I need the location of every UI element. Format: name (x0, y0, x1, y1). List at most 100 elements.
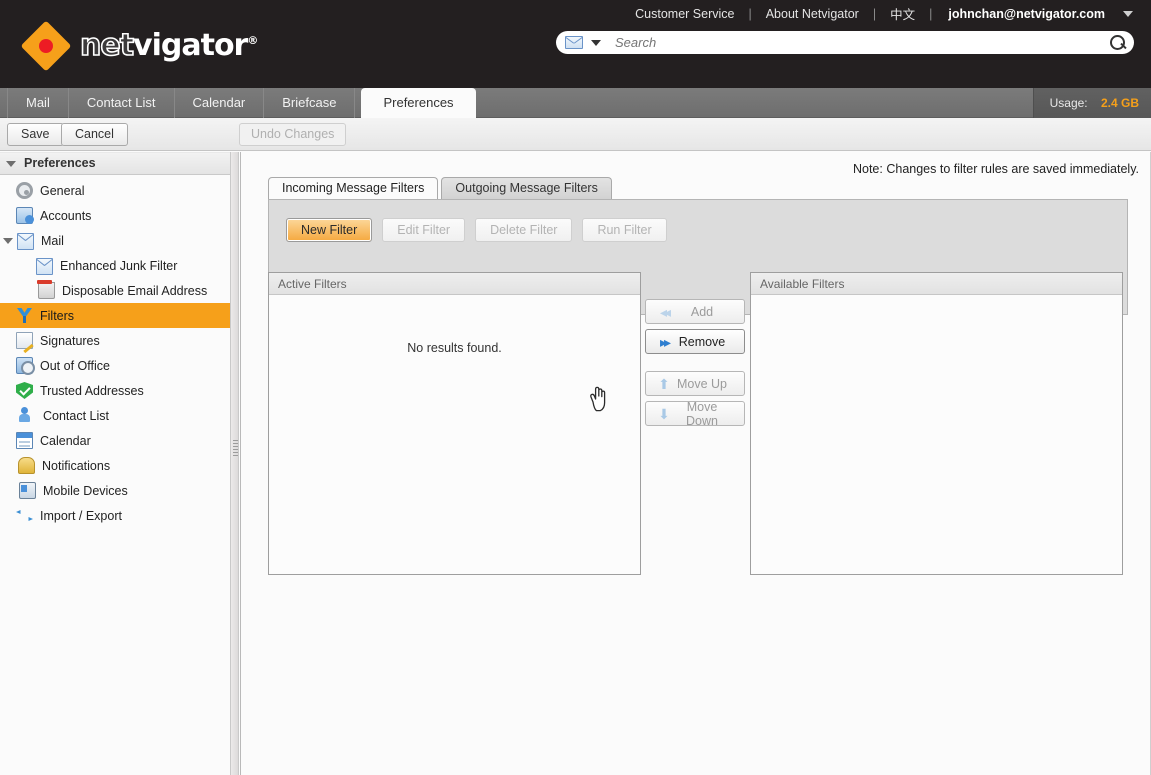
new-filter-button[interactable]: New Filter (286, 218, 373, 242)
tab-calendar[interactable]: Calendar (175, 88, 265, 118)
sidebar-item-label: Mail (41, 233, 64, 248)
trash-icon (37, 280, 55, 299)
netvigator-logo-mark (20, 20, 72, 72)
registered-trademark-icon: ® (247, 34, 258, 47)
usage-value: 2.4 GB (1100, 96, 1139, 110)
tab-briefcase[interactable]: Briefcase (264, 88, 356, 118)
available-filters-empty-text (751, 295, 1122, 341)
available-filters-listbox[interactable]: Available Filters (750, 272, 1123, 575)
search-scope-chevron-down-icon[interactable] (591, 39, 601, 46)
available-filters-title: Available Filters (751, 273, 1122, 295)
sidebar-item-disposable-email-address[interactable]: Disposable Email Address (0, 278, 230, 303)
application-tab-bar: Mail Contact List Calendar Briefcase Pre… (0, 88, 1151, 118)
arrow-up-icon: ⬆ (658, 375, 670, 392)
sidebar-item-import-export[interactable]: Import / Export (0, 503, 230, 528)
wordmark-net: net (79, 28, 135, 63)
sidebar-item-calendar[interactable]: Calendar (0, 428, 230, 453)
preferences-sidebar: Preferences General Accounts Mail Enhanc… (0, 152, 231, 775)
filter-button-row: New Filter Edit Filter Delete Filter Run… (286, 218, 667, 242)
remove-button-label: Remove (678, 334, 726, 349)
sidebar-title: Preferences (24, 156, 96, 170)
global-header: netvigator® Customer Service | About Net… (0, 0, 1151, 88)
customer-service-link[interactable]: Customer Service (621, 7, 748, 21)
mouse-cursor-pointer-icon (590, 386, 606, 412)
user-email-label[interactable]: johnchan@netvigator.com (932, 7, 1117, 21)
netvigator-logo[interactable]: netvigator® (20, 20, 258, 72)
sidebar-item-trusted-addresses[interactable]: Trusted Addresses (0, 378, 230, 403)
sidebar-item-filters[interactable]: Filters (0, 303, 230, 328)
preferences-content: Note: Changes to filter rules are saved … (240, 152, 1151, 775)
sidebar-header[interactable]: Preferences (0, 152, 230, 175)
tab-contact-list[interactable]: Contact List (69, 88, 175, 118)
sidebar-item-contact-list[interactable]: Contact List (0, 403, 230, 428)
sidebar-item-label: Out of Office (40, 358, 110, 373)
search-bar[interactable] (556, 31, 1134, 54)
usage-label: Usage: (1049, 96, 1088, 110)
junk-envelope-icon (36, 258, 53, 275)
calendar-icon (16, 432, 33, 449)
move-up-button-label: Move Up (676, 376, 728, 391)
sidebar-item-notifications[interactable]: Notifications (0, 453, 230, 478)
save-button[interactable]: Save (7, 123, 64, 146)
transfer-button-gap (645, 359, 747, 371)
user-menu-chevron-down-icon[interactable] (1123, 10, 1133, 17)
sidebar-item-mail[interactable]: Mail (0, 228, 230, 253)
header-links: Customer Service | About Netvigator | 中文… (621, 4, 1133, 23)
mail-expand-triangle-icon[interactable] (3, 237, 13, 244)
splitter-grip-icon[interactable] (233, 440, 238, 456)
tab-incoming-message-filters[interactable]: Incoming Message Filters (268, 177, 439, 199)
out-of-office-clock-icon (16, 357, 35, 375)
shield-check-icon (16, 382, 33, 399)
active-filters-empty-text: No results found. (407, 341, 502, 355)
search-scope-envelope-icon[interactable] (565, 36, 583, 49)
sidebar-item-general[interactable]: General (0, 178, 230, 203)
sidebar-item-out-of-office[interactable]: Out of Office (0, 353, 230, 378)
sidebar-item-label: Mobile Devices (43, 483, 128, 498)
sidebar-item-label: Filters (40, 308, 75, 323)
sidebar-item-label: Calendar (40, 433, 91, 448)
sidebar-item-label: Notifications (42, 458, 111, 473)
sidebar-item-label: Enhanced Junk Filter (60, 258, 178, 273)
arrow-down-icon: ⬇ (658, 405, 670, 422)
preferences-toolbar: Save Cancel Undo Changes (0, 118, 1151, 151)
move-down-button-label: Move Down (686, 399, 718, 428)
sidebar-item-enhanced-junk-filter[interactable]: Enhanced Junk Filter (0, 253, 230, 278)
sidebar-item-label: Trusted Addresses (40, 383, 144, 398)
transfer-button-column: ◂◂ Add ▸▸ Remove ⬆ Move Up ⬇ Move Down (645, 299, 747, 431)
netvigator-wordmark: netvigator® (79, 28, 258, 63)
undo-changes-button: Undo Changes (239, 123, 347, 146)
sidebar-item-label: General (40, 183, 85, 198)
sidebar-item-mobile-devices[interactable]: Mobile Devices (0, 478, 230, 503)
collapse-triangle-icon[interactable] (6, 160, 16, 167)
sidebar-splitter[interactable] (231, 152, 239, 775)
sidebar-item-list: General Accounts Mail Enhanced Junk Filt… (0, 175, 230, 528)
tab-outgoing-message-filters[interactable]: Outgoing Message Filters (441, 177, 612, 199)
usage-indicator: Usage: 2.4 GB (1032, 88, 1151, 118)
move-down-button: ⬇ Move Down (645, 399, 745, 428)
sidebar-item-signatures[interactable]: Signatures (0, 328, 230, 353)
search-icon[interactable] (1106, 32, 1128, 54)
active-filters-listbox[interactable]: Active Filters No results found. (268, 272, 641, 575)
tab-mail[interactable]: Mail (7, 88, 69, 118)
remove-button[interactable]: ▸▸ Remove (645, 329, 745, 354)
mobile-phone-icon (19, 482, 36, 499)
cancel-button[interactable]: Cancel (61, 123, 128, 146)
tab-preferences[interactable]: Preferences (361, 88, 476, 118)
about-netvigator-link[interactable]: About Netvigator (752, 7, 873, 21)
add-button: ◂◂ Add (645, 299, 745, 324)
filter-note-text: Note: Changes to filter rules are saved … (852, 162, 1139, 176)
run-filter-button: Run Filter (582, 218, 667, 242)
chinese-language-link[interactable]: 中文 (876, 4, 929, 23)
bell-icon (18, 457, 35, 474)
sidebar-item-accounts[interactable]: Accounts (0, 203, 230, 228)
sidebar-item-label: Disposable Email Address (62, 283, 208, 298)
search-input[interactable] (613, 34, 1106, 51)
filter-sub-tabs: Incoming Message Filters Outgoing Messag… (268, 177, 612, 199)
move-up-button: ⬆ Move Up (645, 371, 745, 396)
sidebar-item-label: Contact List (43, 408, 110, 423)
contact-person-icon (19, 407, 36, 424)
filter-branch-icon (16, 307, 33, 324)
sidebar-item-label: Accounts (40, 208, 92, 223)
import-export-arrows-icon (16, 507, 33, 524)
application-window: netvigator® Customer Service | About Net… (0, 0, 1151, 775)
